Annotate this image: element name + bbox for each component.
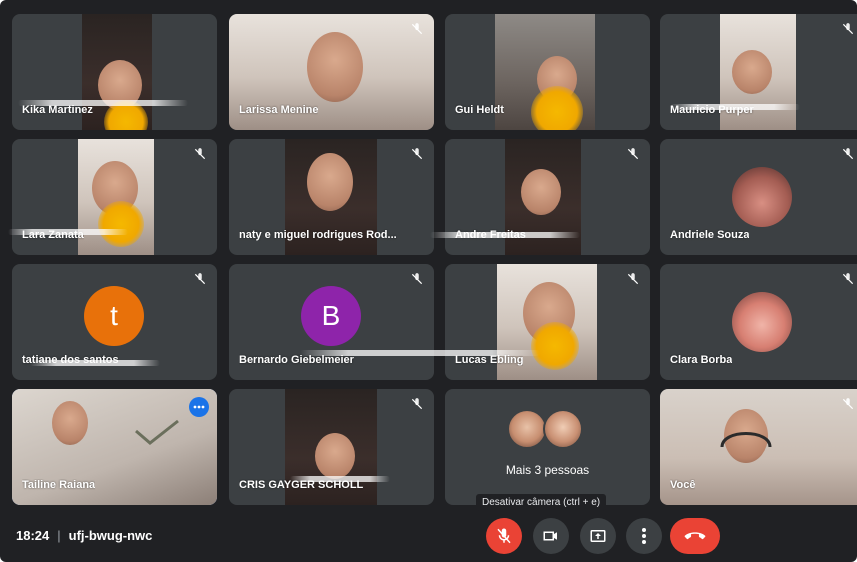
participant-name: Você <box>670 479 696 491</box>
camera-icon <box>543 531 557 541</box>
present-screen-button[interactable] <box>580 518 616 554</box>
participant-name: Gui Heldt <box>455 104 504 116</box>
participant-face <box>732 50 772 94</box>
more-horiz-icon[interactable] <box>189 397 209 417</box>
mic-toggle-button[interactable] <box>486 518 522 554</box>
participant-tile[interactable]: CRIS GAYGER SCHOLL <box>229 389 434 505</box>
meeting-info: 18:24 | ufj-bwug-nwc <box>16 528 152 543</box>
mic-off-icon <box>839 20 857 38</box>
mic-off-icon <box>839 145 857 163</box>
participant-name: Larissa Menine <box>239 104 319 116</box>
mic-off-icon <box>408 270 426 288</box>
avatar-letter: B <box>321 300 341 331</box>
privacy-smear <box>300 350 540 356</box>
bottom-control-bar: 18:24 | ufj-bwug-nwc <box>0 510 857 562</box>
clock-time: 18:24 <box>16 528 50 543</box>
present-screen-icon <box>590 530 606 542</box>
face-blur <box>98 201 144 247</box>
participant-avatar: t <box>84 286 144 346</box>
mic-off-icon <box>408 20 426 38</box>
more-vert-icon <box>642 528 646 544</box>
separator: | <box>57 528 61 543</box>
participant-tile[interactable]: Larissa Menine <box>229 14 434 130</box>
participant-tile[interactable]: Lucas Ebling <box>445 264 650 380</box>
privacy-smear <box>18 100 188 106</box>
face-blur <box>531 86 583 130</box>
participant-tile[interactable]: Lara Zanata <box>12 139 217 255</box>
camera-tooltip: Desativar câmera (ctrl + e) <box>476 494 607 511</box>
self-tile[interactable]: Você <box>660 389 857 505</box>
mic-off-icon <box>191 145 209 163</box>
participant-tile-active[interactable]: Tailine Raiana <box>12 389 217 505</box>
participant-tile[interactable]: Clara Borba <box>660 264 857 380</box>
meet-window: Kika Martinez Larissa Menine Gui Heldt M… <box>0 0 857 562</box>
privacy-smear <box>30 360 160 366</box>
participant-name: Tailine Raiana <box>22 479 96 491</box>
participant-tile[interactable]: naty e miguel rodrigues Rod... <box>229 139 434 255</box>
participant-face <box>307 32 363 102</box>
mic-off-icon <box>191 270 209 288</box>
participant-tile[interactable]: Andriele Souza <box>660 139 857 255</box>
mic-off-icon <box>839 270 857 288</box>
more-people-avatar <box>507 409 547 449</box>
participant-name: Clara Borba <box>670 354 733 366</box>
avatar-letter: t <box>110 300 118 331</box>
participant-face <box>315 433 355 479</box>
call-end-icon <box>684 532 706 540</box>
checkmark-drawing <box>135 419 179 445</box>
participant-tile[interactable]: Mauricio Purper <box>660 14 857 130</box>
privacy-smear <box>430 232 580 238</box>
participant-photo-avatar <box>732 167 792 227</box>
more-people-tile[interactable]: Mais 3 pessoas <box>445 389 650 505</box>
more-people-avatar <box>543 409 583 449</box>
privacy-smear <box>670 104 800 110</box>
participant-name: Andriele Souza <box>670 229 750 241</box>
participant-tile[interactable]: Gui Heldt <box>445 14 650 130</box>
participant-tile[interactable]: Kika Martinez <box>12 14 217 130</box>
participant-face <box>521 169 561 215</box>
more-options-button[interactable] <box>626 518 662 554</box>
participant-name: naty e miguel rodrigues Rod... <box>239 229 397 241</box>
participant-face <box>52 401 88 445</box>
mic-off-icon <box>624 145 642 163</box>
face-blur <box>531 322 579 370</box>
hang-up-button[interactable] <box>670 518 720 554</box>
meeting-code: ufj-bwug-nwc <box>68 528 153 543</box>
participant-face <box>307 153 353 211</box>
headset-icon <box>720 432 772 448</box>
participant-avatar: B <box>301 286 361 346</box>
camera-toggle-button[interactable] <box>533 518 569 554</box>
mic-off-icon <box>497 528 511 544</box>
privacy-smear <box>8 229 128 235</box>
mic-off-icon <box>839 395 857 413</box>
mic-off-icon <box>624 270 642 288</box>
mic-off-icon <box>408 145 426 163</box>
participant-photo-avatar <box>732 292 792 352</box>
more-people-label: Mais 3 pessoas <box>505 463 590 477</box>
participant-tile[interactable]: B Bernardo Giebelmeier <box>229 264 434 380</box>
mic-off-icon <box>408 395 426 413</box>
privacy-smear <box>290 476 390 482</box>
